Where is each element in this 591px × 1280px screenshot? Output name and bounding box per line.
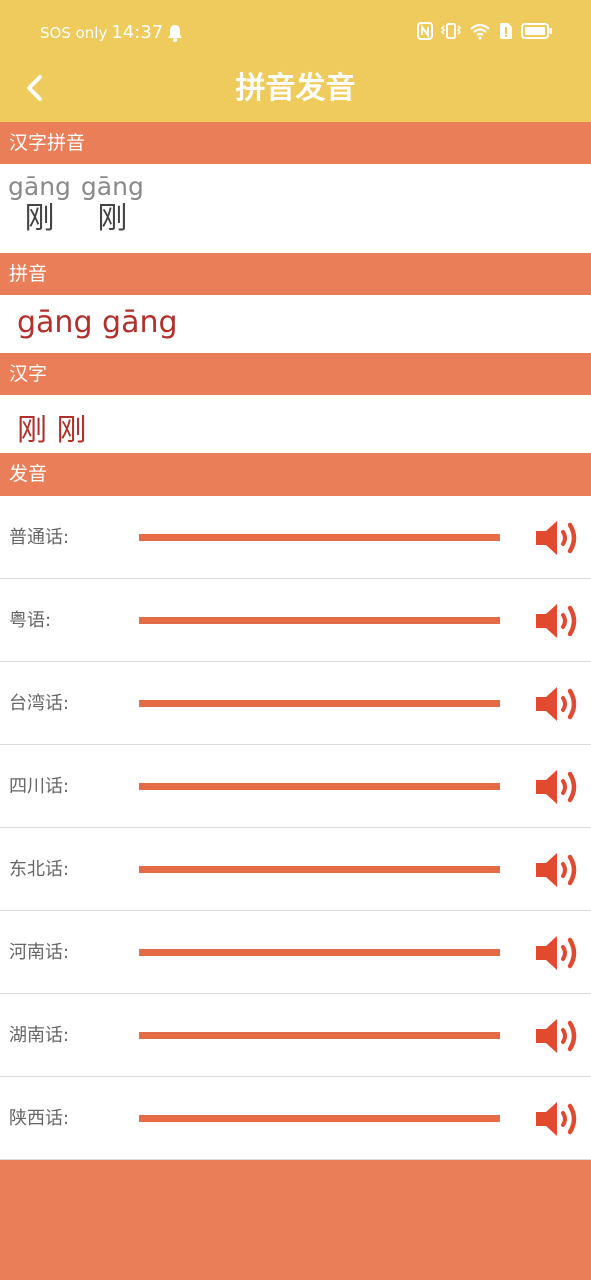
nfc-icon [417, 22, 433, 40]
ruby-pinyin: gāng [80, 172, 144, 201]
dialect-list: 普通话: 粤语: 台湾话: 四川话: 东北话: 河南话: 湖南话: 陕西话: [0, 496, 591, 1160]
section-header-hanzi: 汉字 [0, 353, 591, 395]
ruby-pinyin: gāng [8, 172, 71, 201]
audio-progress-bar[interactable] [139, 1032, 500, 1039]
dialect-label: 台湾话: [9, 693, 70, 714]
dialect-row: 陕西话: [0, 1077, 591, 1160]
clock: 14:37 [111, 22, 164, 43]
speaker-icon[interactable] [533, 933, 581, 973]
dialect-label: 东北话: [9, 859, 70, 880]
vibrate-icon [441, 23, 461, 39]
pinyin-value: gāng gāng [17, 305, 178, 340]
audio-progress-bar[interactable] [139, 783, 500, 790]
dialect-row: 四川话: [0, 745, 591, 828]
page-title: 拼音发音 [235, 71, 356, 106]
speaker-icon[interactable] [533, 767, 581, 807]
audio-progress-bar[interactable] [139, 617, 500, 624]
ruby-pair: gāng 刚 [8, 172, 71, 236]
dialect-label: 普通话: [9, 527, 70, 548]
audio-progress-bar[interactable] [139, 866, 500, 873]
speaker-icon[interactable] [533, 1099, 581, 1139]
section-header-pinyin: 拼音 [0, 253, 591, 295]
carrier-text: SOS only [40, 23, 108, 42]
hanzi-panel: 刚 刚 [0, 395, 591, 453]
ruby-hanzi: 刚 [97, 201, 128, 236]
speaker-icon[interactable] [533, 518, 581, 558]
speaker-icon[interactable] [533, 1016, 581, 1056]
dialect-row: 河南话: [0, 911, 591, 994]
dialect-row: 普通话: [0, 496, 591, 579]
dialect-row: 粤语: [0, 579, 591, 662]
section-header-hanzi-pinyin: 汉字拼音 [0, 122, 591, 164]
dialect-label: 陕西话: [9, 1108, 70, 1129]
dialect-label: 四川话: [9, 776, 70, 797]
dialect-label: 粤语: [9, 610, 52, 631]
hanzi-value: 刚 刚 [17, 413, 87, 448]
dialect-row: 湖南话: [0, 994, 591, 1077]
wifi-icon [470, 23, 490, 40]
pinyin-panel: gāng gāng [0, 295, 591, 353]
audio-progress-bar[interactable] [139, 534, 500, 541]
ruby-pair: gāng 刚 [81, 172, 144, 236]
dialect-label: 湖南话: [9, 1025, 70, 1046]
dialect-label: 河南话: [9, 942, 70, 963]
speaker-icon[interactable] [533, 850, 581, 890]
dialect-row: 东北话: [0, 828, 591, 911]
speaker-icon[interactable] [533, 684, 581, 724]
dialect-row: 台湾话: [0, 662, 591, 745]
hanzi-pinyin-panel: gāng 刚 gāng 刚 [0, 164, 591, 253]
ruby-hanzi: 刚 [24, 201, 55, 236]
audio-progress-bar[interactable] [139, 949, 500, 956]
audio-progress-bar[interactable] [139, 1115, 500, 1122]
sim-alert-icon [500, 23, 512, 39]
status-bar: SOS only 14:37 [0, 0, 591, 66]
audio-progress-bar[interactable] [139, 700, 500, 707]
bell-icon [168, 24, 183, 42]
app-header: SOS only 14:37 拼音发音 [0, 0, 591, 122]
section-header-pronunciation: 发音 [0, 453, 591, 495]
battery-icon [521, 23, 552, 39]
speaker-icon[interactable] [533, 601, 581, 641]
